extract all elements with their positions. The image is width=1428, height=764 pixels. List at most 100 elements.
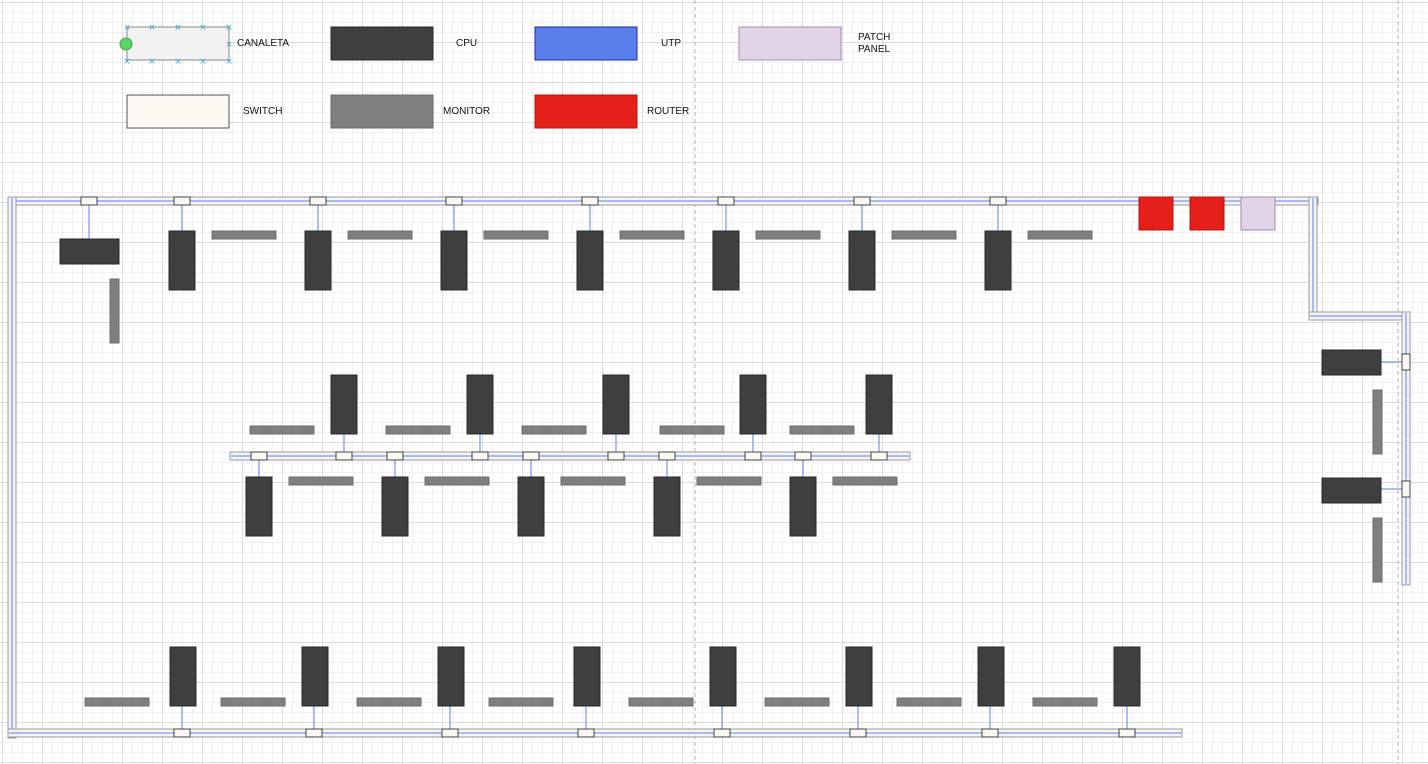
selection-handle-icon: × (225, 40, 233, 50)
monitor-top-5 (755, 230, 821, 240)
cpu-middle-lower-3 (517, 476, 545, 537)
selection-handle-icon: × (148, 57, 156, 67)
monitor-right-2 (1372, 517, 1383, 583)
cpu-middle-lower-2 (381, 476, 409, 537)
outlet-middle-lower-2 (386, 451, 404, 461)
outlet-middle-upper-4 (744, 451, 762, 461)
outlet-middle-lower-1 (250, 451, 268, 461)
outlet-top-4 (581, 196, 599, 206)
selection-handle-icon: × (148, 23, 156, 33)
selection-handle-icon: × (199, 23, 207, 33)
monitor-middle-upper-2 (385, 425, 451, 435)
outlet-bottom-7 (981, 728, 999, 738)
cpu-bottom-1 (169, 646, 197, 707)
legend-swatch-utp (534, 26, 638, 61)
cpu-middle-upper-3 (602, 374, 630, 435)
outlet-top-2 (309, 196, 327, 206)
monitor-bottom-1 (84, 697, 150, 707)
outlet-middle-upper-2 (471, 451, 489, 461)
monitor-middle-lower-4 (696, 476, 762, 486)
selection-handle-icon: × (225, 57, 233, 67)
monitor-middle-lower-5 (832, 476, 898, 486)
cpu-middle-upper-1 (330, 374, 358, 435)
outlet-middle-lower-3 (522, 451, 540, 461)
cpu-right-2 (1321, 477, 1382, 504)
legend-swatch-monitor (330, 94, 434, 129)
outlet-top-5 (717, 196, 735, 206)
cpu-right-1 (1321, 349, 1382, 376)
monitor-bottom-3 (356, 697, 422, 707)
selection-handle-icon: × (123, 57, 131, 67)
cpu-top-1 (168, 230, 196, 291)
cpu-bottom-5 (709, 646, 737, 707)
outlet-right-1 (1401, 353, 1411, 371)
cpu-top-5 (712, 230, 740, 291)
cpu-top-3 (440, 230, 468, 291)
monitor-top-7 (1027, 230, 1093, 240)
legend-label-canaleta: CANALETA (237, 38, 290, 49)
selection-handle-icon: × (174, 23, 182, 33)
monitor-bottom-7 (896, 697, 962, 707)
router-2 (1189, 196, 1225, 231)
selection-handle-icon: × (123, 23, 131, 33)
outlet-top-6 (853, 196, 871, 206)
cpu-middle-upper-5 (865, 374, 893, 435)
monitor-bottom-6 (764, 697, 830, 707)
patch-panel (1240, 196, 1276, 231)
monitor-right-1 (1372, 389, 1383, 455)
monitor-top-1 (211, 230, 277, 240)
rotation-handle-icon (119, 37, 133, 51)
utp-cables (88, 205, 1402, 729)
monitor-bottom-5 (628, 697, 694, 707)
monitor-middle-upper-5 (789, 425, 855, 435)
outlet-middle-lower-5 (794, 451, 812, 461)
monitor-middle-upper-1 (249, 425, 315, 435)
outlet-middle-upper-5 (870, 451, 888, 461)
cpu-bottom-3 (437, 646, 465, 707)
cpu-bottom-7 (977, 646, 1005, 707)
outlet-right-2 (1401, 480, 1411, 498)
monitor-middle-lower-3 (560, 476, 626, 486)
outlet-bottom-5 (713, 728, 731, 738)
legend-swatch-switch (126, 94, 230, 129)
outlet-bottom-4 (577, 728, 595, 738)
legend-label-router: ROUTER (647, 106, 690, 117)
cpu-middle-lower-5 (789, 476, 817, 537)
monitor-middle-lower-1 (288, 476, 354, 486)
outlet-top-1 (173, 196, 191, 206)
monitor-middle-upper-3 (521, 425, 587, 435)
cpu-middle-upper-4 (739, 374, 767, 435)
outlet-bottom-3 (441, 728, 459, 738)
outlet-middle-lower-4 (658, 451, 676, 461)
legend-swatch-router (534, 94, 638, 129)
monitor-top-2 (347, 230, 413, 240)
selection-handle-icon: × (225, 23, 233, 33)
cpu-bottom-8 (1113, 646, 1141, 707)
legend-label-switch: SWITCH (243, 106, 283, 117)
selection-handle-icon: × (174, 57, 182, 67)
outlet-middle-upper-3 (607, 451, 625, 461)
monitor-top-corner (109, 278, 120, 344)
legend-label-cpu: CPU (456, 38, 478, 49)
outlet-middle-upper-1 (335, 451, 353, 461)
monitor-bottom-4 (488, 697, 554, 707)
outlet-bottom-1 (173, 728, 191, 738)
cpu-bottom-6 (845, 646, 873, 707)
cpu-top-6 (848, 230, 876, 291)
canaleta-trays (7, 196, 1411, 739)
outlet-bottom-8 (1118, 728, 1136, 738)
cpu-top-7 (984, 230, 1012, 291)
legend-label-utp: UTP (661, 38, 681, 49)
monitor-bottom-2 (220, 697, 286, 707)
network-floor-plan: ×××××××××××× (7, 0, 1411, 764)
outlet-top-3 (445, 196, 463, 206)
router-1 (1138, 196, 1174, 231)
outlet-top-7 (989, 196, 1007, 206)
cpu-middle-upper-2 (466, 374, 494, 435)
cpu-middle-lower-1 (245, 476, 273, 537)
monitor-top-4 (619, 230, 685, 240)
cpu-top-2 (304, 230, 332, 291)
legend-label-monitor: MONITOR (443, 106, 491, 117)
cpu-bottom-4 (573, 646, 601, 707)
cpu-bottom-2 (301, 646, 329, 707)
